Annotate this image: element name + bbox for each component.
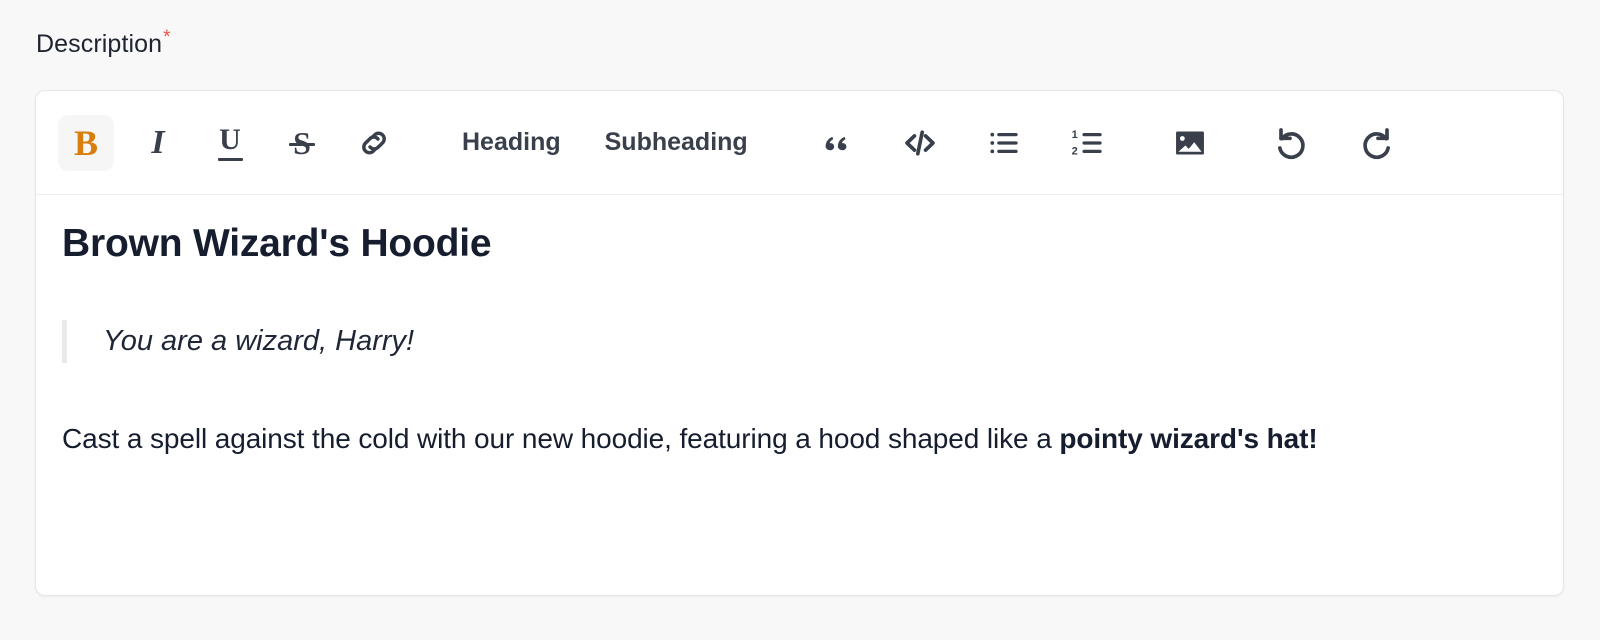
ordered-list-button[interactable]: 1 2: [1060, 115, 1116, 171]
bullet-list-icon: [986, 125, 1022, 161]
document-paragraph[interactable]: Cast a spell against the cold with our n…: [62, 419, 1537, 458]
code-icon: [901, 124, 939, 162]
editor-content-area[interactable]: Brown Wizard's Hoodie You are a wizard, …: [36, 195, 1563, 458]
underline-glyph: U: [219, 122, 241, 156]
svg-text:1: 1: [1071, 128, 1077, 140]
editor-toolbar: B I U S: [36, 91, 1563, 195]
document-heading[interactable]: Brown Wizard's Hoodie: [62, 221, 1537, 268]
code-block-button[interactable]: [892, 115, 948, 171]
field-label-text: Description: [36, 30, 163, 58]
redo-icon: [1356, 123, 1396, 163]
italic-icon: I: [151, 123, 165, 161]
link-icon: [355, 124, 393, 162]
strikethrough-button[interactable]: S: [274, 115, 330, 171]
page-title: Description *: [36, 27, 171, 59]
subheading-label: Subheading: [604, 128, 748, 156]
image-button[interactable]: [1162, 115, 1218, 171]
redo-button[interactable]: [1348, 115, 1404, 171]
heading-label: Heading: [462, 128, 561, 156]
undo-icon: [1272, 123, 1312, 163]
description-field-panel: Description* B I U S: [0, 0, 1600, 640]
subheading-button[interactable]: Subheading: [591, 115, 762, 171]
underline-button[interactable]: U: [202, 115, 258, 171]
heading-button[interactable]: Heading: [448, 115, 575, 171]
document-blockquote[interactable]: You are a wizard, Harry!: [62, 319, 1537, 363]
bullet-list-button[interactable]: [976, 115, 1032, 171]
bold-icon: B: [73, 122, 98, 163]
underline-bar: [217, 157, 243, 161]
strikethrough-icon: S: [289, 127, 315, 159]
bold-button[interactable]: B: [58, 114, 114, 171]
rich-text-editor[interactable]: B I U S: [35, 90, 1564, 596]
link-button[interactable]: [346, 115, 402, 171]
undo-button[interactable]: [1264, 115, 1320, 171]
ordered-list-icon: 1 2: [1070, 125, 1106, 161]
paragraph-bold-text: pointy wizard's hat!: [1059, 422, 1318, 454]
strikethrough-bar: [289, 142, 315, 146]
blockquote-button[interactable]: [808, 115, 864, 171]
underline-icon: U: [217, 122, 243, 161]
quote-icon: [820, 127, 852, 159]
paragraph-lead-text: Cast a spell against the cold with our n…: [62, 422, 1060, 454]
required-asterisk-icon: *: [163, 27, 171, 48]
italic-button[interactable]: I: [130, 115, 186, 171]
image-icon: [1172, 125, 1208, 161]
svg-text:2: 2: [1071, 145, 1077, 157]
